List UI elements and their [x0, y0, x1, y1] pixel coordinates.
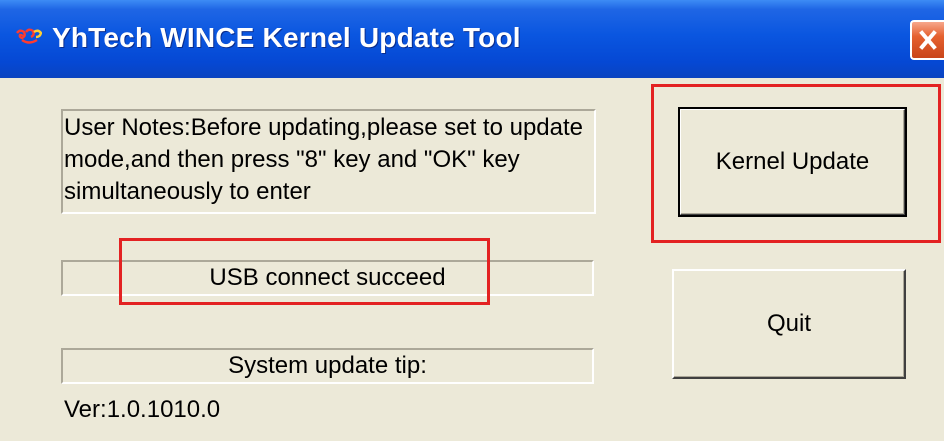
app-logo-icon [16, 28, 42, 44]
quit-button[interactable]: Quit [672, 269, 906, 379]
quit-label: Quit [766, 310, 811, 337]
kernel-update-highlight [651, 84, 941, 243]
close-icon [919, 30, 937, 50]
title-bar[interactable]: YhTech WINCE Kernel Update Tool [0, 0, 944, 78]
update-tip-text: System update tip: [228, 352, 427, 379]
window-title: YhTech WINCE Kernel Update Tool [52, 22, 521, 53]
close-button[interactable] [910, 20, 944, 60]
usb-status-highlight [119, 238, 490, 305]
version-label: Ver:1.0.1010.0 [64, 396, 221, 423]
user-notes-text: User Notes:Before updating,please set to… [64, 114, 583, 205]
